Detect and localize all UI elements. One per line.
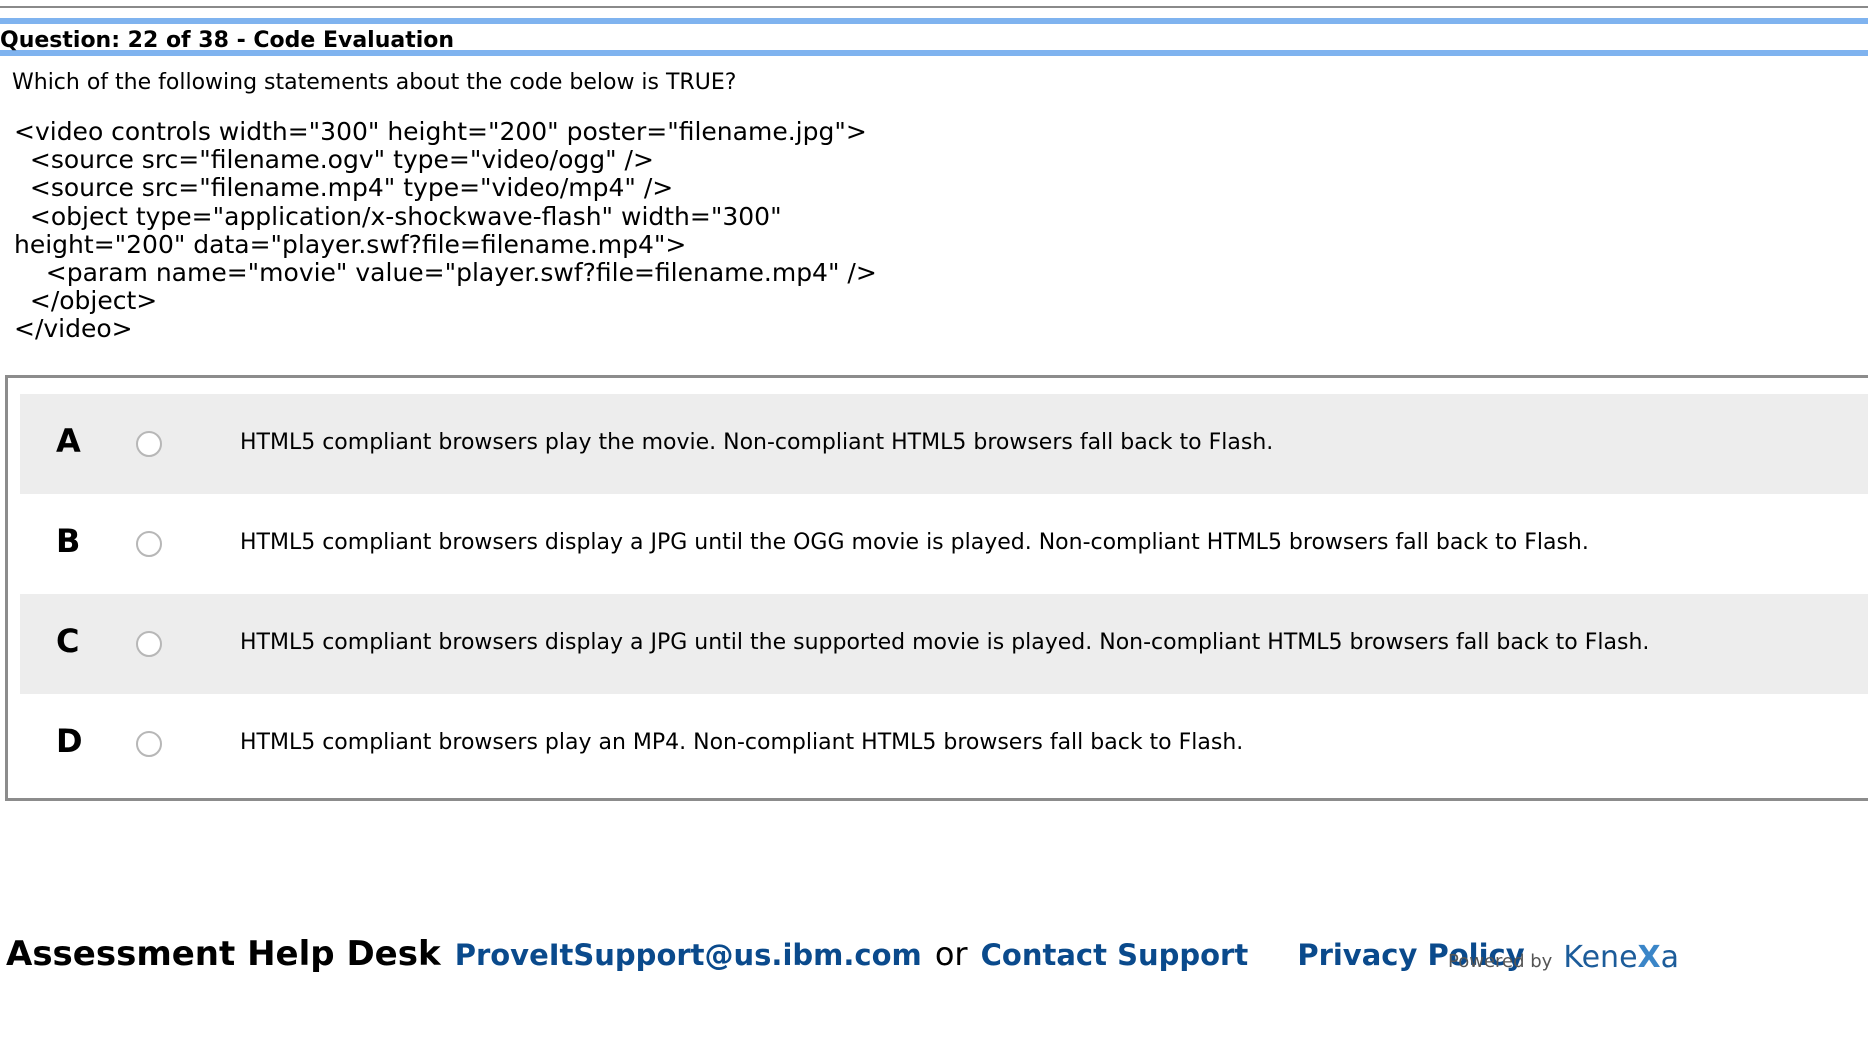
or-text: or bbox=[934, 935, 968, 973]
powered-by-text: Powered by bbox=[1448, 951, 1553, 972]
answer-letter: C bbox=[56, 622, 80, 660]
answer-text[interactable]: HTML5 compliant browsers display a JPG u… bbox=[240, 530, 1589, 555]
answer-option-a[interactable]: A HTML5 compliant browsers play the movi… bbox=[20, 394, 1868, 494]
support-email-link[interactable]: ProveItSupport@us.ibm.com bbox=[455, 938, 922, 972]
answer-option-d[interactable]: D HTML5 compliant browsers play an MP4. … bbox=[20, 694, 1868, 794]
kenexa-logo: KeneXa bbox=[1563, 940, 1679, 975]
code-snippet: <video controls width="300" height="200"… bbox=[14, 117, 877, 344]
help-desk-label: Assessment Help Desk bbox=[6, 934, 441, 974]
answer-text[interactable]: HTML5 compliant browsers play an MP4. No… bbox=[240, 730, 1243, 755]
footer: Assessment Help Desk ProveItSupport@us.i… bbox=[6, 934, 1525, 974]
top-divider bbox=[0, 6, 1868, 8]
question-header: Question: 22 of 38 - Code Evaluation bbox=[0, 28, 454, 53]
brand-prefix: Kene bbox=[1563, 940, 1638, 975]
question-prompt: Which of the following statements about … bbox=[12, 70, 737, 95]
answer-letter: B bbox=[56, 522, 81, 560]
answer-radio-b[interactable] bbox=[136, 531, 162, 557]
question-counter: Question: 22 of 38 bbox=[0, 28, 229, 53]
answer-option-c[interactable]: C HTML5 compliant browsers display a JPG… bbox=[20, 594, 1868, 694]
contact-support-link[interactable]: Contact Support bbox=[981, 938, 1249, 972]
answer-radio-d[interactable] bbox=[136, 731, 162, 757]
question-header-bar: Question: 22 of 38 - Code Evaluation bbox=[0, 18, 1868, 56]
answer-radio-c[interactable] bbox=[136, 631, 162, 657]
answer-radio-a[interactable] bbox=[136, 431, 162, 457]
powered-by-kenexa: Powered by KeneXa bbox=[1448, 940, 1679, 975]
brand-x: X bbox=[1637, 940, 1661, 975]
answer-letter: A bbox=[56, 422, 81, 460]
answer-letter: D bbox=[56, 722, 83, 760]
answer-option-b[interactable]: B HTML5 compliant browsers display a JPG… bbox=[20, 494, 1868, 594]
answer-text[interactable]: HTML5 compliant browsers display a JPG u… bbox=[240, 630, 1649, 655]
brand-suffix: a bbox=[1660, 940, 1680, 975]
answer-text[interactable]: HTML5 compliant browsers play the movie.… bbox=[240, 430, 1273, 455]
header-separator: - bbox=[228, 28, 254, 53]
section-title: Code Evaluation bbox=[253, 28, 455, 53]
answer-options: A HTML5 compliant browsers play the movi… bbox=[5, 375, 1868, 801]
